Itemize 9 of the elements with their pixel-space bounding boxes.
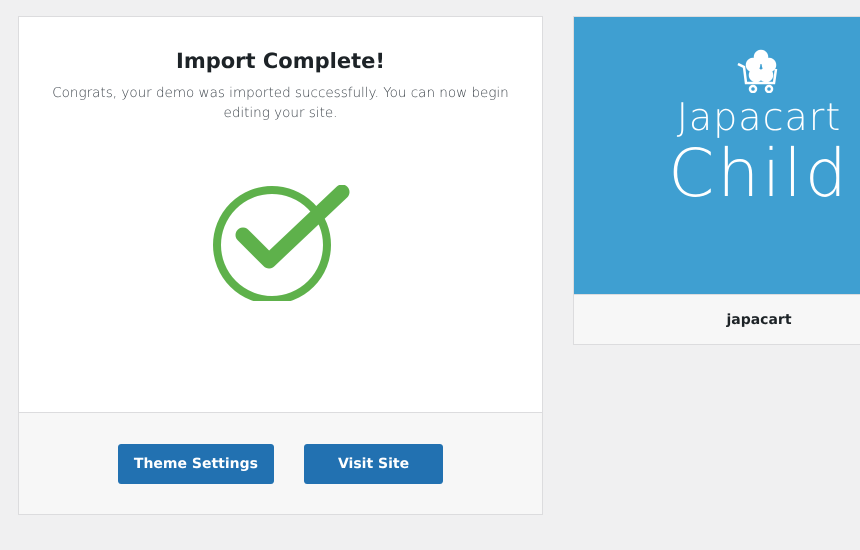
logo-text: Child [668, 139, 850, 209]
success-message: Congrats, your demo was imported successfully. You can now begin editing your site. [51, 84, 510, 123]
visit-site-button[interactable]: Visit Site [304, 444, 444, 484]
logo-text: Japacart [676, 95, 842, 139]
dialog-title: Import Complete! [176, 49, 385, 73]
theme-settings-button[interactable]: Theme Settings [118, 444, 274, 484]
theme-thumbnail[interactable]: Japacart Child [574, 17, 860, 294]
theme-name: japacart [726, 312, 792, 328]
checkmark-icon [210, 185, 350, 301]
